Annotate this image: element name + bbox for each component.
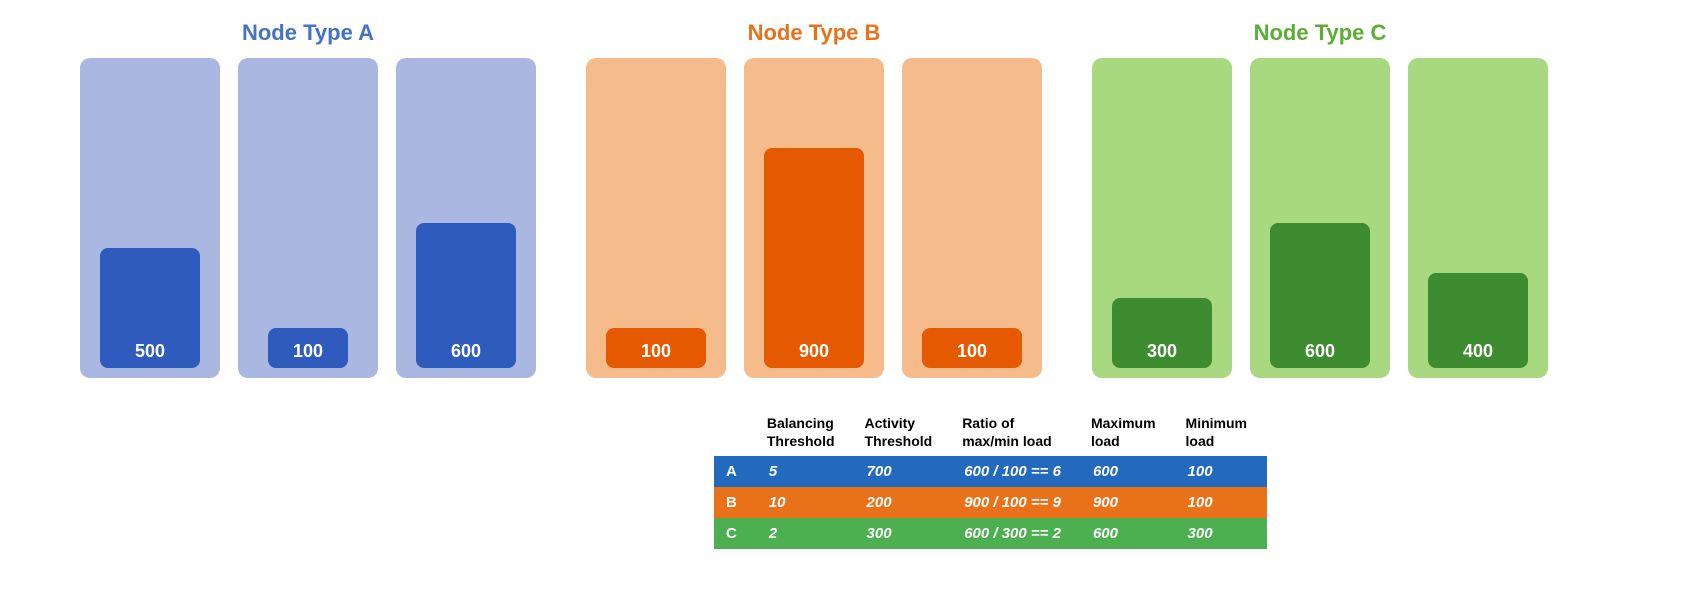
node-group-2: Node Type C 300 600 400 [1092,20,1548,378]
table-header-3: Ratio ofmax/min load [952,408,1081,456]
bar-container-2-2: 400 [1408,58,1548,378]
table-header-0 [714,408,757,456]
table-cell-0-1: 5 [757,456,855,487]
bar-inner-0-2: 600 [416,223,516,368]
bar-label-2-2: 400 [1463,341,1493,362]
bar-inner-1-2: 100 [922,328,1022,368]
bar-inner-1-1: 900 [764,148,864,368]
bar-label-2-0: 300 [1147,341,1177,362]
table-header-5: Minimumload [1176,408,1267,456]
table-cell-2-0: C [714,518,757,549]
bar-label-1-0: 100 [641,341,671,362]
table-row-a: A5700600 / 100 == 6600100 [714,456,1267,487]
bar-container-0-0: 500 [80,58,220,378]
node-group-0: Node Type A 500 100 600 [80,20,536,378]
bar-container-0-2: 600 [396,58,536,378]
table-cell-2-5: 300 [1176,518,1267,549]
table-cell-0-4: 600 [1081,456,1176,487]
bar-container-2-1: 600 [1250,58,1390,378]
table-cell-0-3: 600 / 100 == 6 [952,456,1081,487]
table-row-b: B10200900 / 100 == 9900100 [714,487,1267,518]
bar-container-0-1: 100 [238,58,378,378]
bar-inner-1-0: 100 [606,328,706,368]
table-header-1: BalancingThreshold [757,408,855,456]
bar-label-0-1: 100 [293,341,323,362]
node-bars-2: 300 600 400 [1092,58,1548,378]
table-cell-0-0: A [714,456,757,487]
table-cell-2-3: 600 / 300 == 2 [952,518,1081,549]
table-section: BalancingThresholdActivityThresholdRatio… [0,408,1701,549]
bar-inner-2-1: 600 [1270,223,1370,368]
table-cell-2-4: 600 [1081,518,1176,549]
table-cell-1-2: 200 [855,487,953,518]
table-cell-2-2: 300 [855,518,953,549]
bar-inner-0-0: 500 [100,248,200,368]
table-row-c: C2300600 / 300 == 2600300 [714,518,1267,549]
bar-inner-0-1: 100 [268,328,348,368]
node-group-title-1: Node Type B [748,20,881,46]
charts-section: Node Type A500100600Node Type B100900100… [0,20,1701,378]
bar-container-1-2: 100 [902,58,1042,378]
node-bars-0: 500 100 600 [80,58,536,378]
table-cell-1-3: 900 / 100 == 9 [952,487,1081,518]
bar-label-0-0: 500 [135,341,165,362]
bar-label-1-2: 100 [957,341,987,362]
data-table: BalancingThresholdActivityThresholdRatio… [714,408,1267,549]
main-container: Node Type A500100600Node Type B100900100… [0,0,1701,607]
node-group-1: Node Type B 100 900 100 [586,20,1042,378]
node-bars-1: 100 900 100 [586,58,1042,378]
table-cell-0-2: 700 [855,456,953,487]
table-cell-0-5: 100 [1176,456,1267,487]
node-group-title-2: Node Type C [1254,20,1387,46]
table-header-2: ActivityThreshold [855,408,953,456]
table-header-4: Maximumload [1081,408,1176,456]
table-cell-2-1: 2 [757,518,855,549]
bar-inner-2-0: 300 [1112,298,1212,368]
table-cell-1-1: 10 [757,487,855,518]
table-cell-1-4: 900 [1081,487,1176,518]
bar-label-1-1: 900 [799,341,829,362]
table-cell-1-0: B [714,487,757,518]
bar-label-0-2: 600 [451,341,481,362]
node-group-title-0: Node Type A [242,20,374,46]
bar-inner-2-2: 400 [1428,273,1528,368]
bar-container-1-0: 100 [586,58,726,378]
bar-container-1-1: 900 [744,58,884,378]
bar-label-2-1: 600 [1305,341,1335,362]
table-cell-1-5: 100 [1176,487,1267,518]
bar-container-2-0: 300 [1092,58,1232,378]
